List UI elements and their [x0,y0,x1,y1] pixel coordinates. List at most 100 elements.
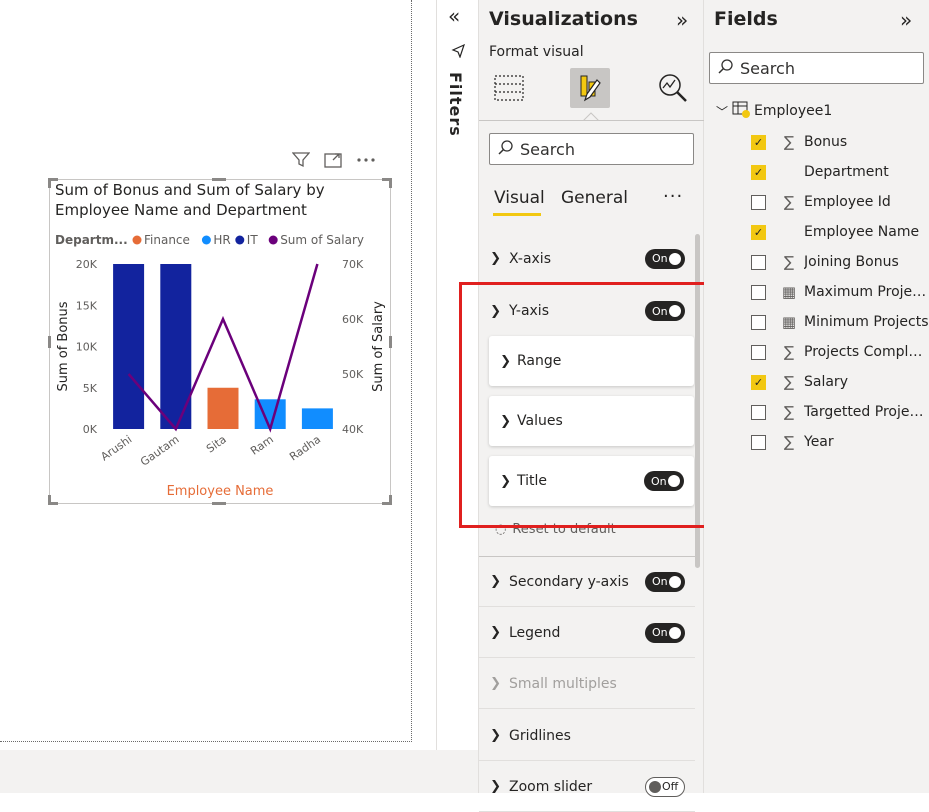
chevron-right-icon: ❯ [490,625,501,640]
field-item[interactable]: ∑ Year [751,430,834,454]
zoom-slider-toggle[interactable]: Off [645,776,685,797]
field-item[interactable]: ✓ Department [751,160,889,184]
resize-handle[interactable] [48,178,51,188]
calculator-icon: ▦ [781,283,797,301]
legend-title: Departm... [55,233,128,247]
section-gridlines[interactable]: ❯ Gridlines [479,711,695,761]
field-item[interactable]: ✓ ∑ Bonus [751,130,847,154]
bar [113,264,145,429]
analytics-icon[interactable] [653,68,693,108]
section-label: Legend [509,624,561,641]
field-item[interactable]: ✓ Employee Name [751,220,919,244]
legend-item-label: Finance [144,233,190,247]
field-checkbox[interactable] [751,314,766,330]
sigma-icon: ∑ [783,343,795,361]
y2-tick-label: 40K [342,423,364,436]
collapse-visualizations-icon[interactable]: » [676,8,688,32]
x-tick-label: Gautam [138,433,182,469]
field-item[interactable]: ∑ Targetted Projects [751,400,929,424]
sigma-icon: ∑ [783,373,795,391]
secondary-y-axis-toggle[interactable]: On [645,571,685,592]
field-item[interactable]: ∑ Joining Bonus [751,250,899,274]
legend-marker [268,235,278,245]
x-axis-title: Employee Name [167,484,274,499]
resize-handle[interactable] [48,495,51,505]
resize-handle[interactable] [212,502,226,505]
section-x-axis[interactable]: ❯ X-axis On [479,234,695,284]
field-checkbox[interactable]: ✓ [751,164,766,180]
y-tick-label: 10K [76,341,98,354]
field-checkbox[interactable] [751,254,766,270]
legend-marker [201,235,211,245]
field-name: Joining Bonus [804,254,899,270]
section-label: Small multiples [509,675,617,692]
y-tick-label: 20K [76,258,98,271]
field-name: Maximum Projects [804,284,929,300]
collapse-fields-icon[interactable]: » [900,8,912,32]
format-visual-icon[interactable] [570,68,610,108]
resize-handle[interactable] [48,336,51,348]
format-visual-label: Format visual [489,44,584,60]
y-tick-label: 0K [83,423,98,436]
field-name: Bonus [804,134,848,150]
focus-mode-icon[interactable] [324,152,342,172]
resize-handle[interactable] [389,495,392,505]
fields-title: Fields [714,8,778,30]
search-placeholder: Search [520,139,575,159]
section-zoom-slider[interactable]: ❯ Zoom slider Off [479,762,695,812]
chart-bars: Arushi Gautam Sita Ram Radha [98,264,333,469]
field-item[interactable]: ▦ Minimum Projects [751,310,929,334]
tab-general[interactable]: General [561,188,628,208]
field-name: Salary [804,374,848,390]
tab-visual[interactable]: Visual [494,188,545,208]
field-item[interactable]: ▦ Maximum Projects [751,280,929,304]
field-checkbox[interactable] [751,284,766,300]
report-canvas[interactable]: Sum of Bonus and Sum of Salary by Employ… [0,0,478,793]
section-legend[interactable]: ❯ Legend On [479,608,695,658]
y2-tick-label: 60K [342,313,364,326]
y-tick-label: 5K [83,382,98,395]
resize-handle[interactable] [389,178,392,188]
chart-legend: Departm... Finance HR IT Sum of Salary [55,233,364,247]
section-label: Secondary y-axis [509,573,629,590]
resize-handle[interactable] [212,178,226,181]
x-tick-label: Radha [287,433,323,464]
field-checkbox[interactable]: ✓ [751,224,766,240]
combo-chart-visual[interactable]: Sum of Bonus and Sum of Salary by Employ… [49,179,391,504]
chart-title-line2: Employee Name and Department [55,201,307,219]
expand-filters-icon[interactable]: « [448,4,460,28]
more-options-icon[interactable] [356,152,376,172]
resize-handle[interactable] [389,336,392,348]
field-item[interactable]: ✓ ∑ Salary [751,370,848,394]
fields-search-input[interactable]: Search [709,52,924,84]
field-checkbox[interactable] [751,404,766,420]
filter-icon [451,43,466,62]
field-name: Minimum Projects [804,314,929,330]
section-secondary-y-axis[interactable]: ❯ Secondary y-axis On [479,557,695,607]
filter-icon[interactable] [291,152,311,172]
legend-item-label: Sum of Salary [280,233,364,247]
build-visual-icon[interactable] [489,68,529,108]
chevron-down-icon: ﹀ [716,104,729,119]
field-checkbox[interactable]: ✓ [751,134,766,150]
filters-label[interactable]: Filters [446,72,465,137]
field-item[interactable]: ∑ Projects Complet... [751,340,929,364]
section-small-multiples: ❯ Small multiples [479,659,695,709]
field-item[interactable]: ∑ Employee Id [751,190,891,214]
field-checkbox[interactable]: ✓ [751,374,766,390]
x-axis-toggle[interactable]: On [645,248,685,269]
table-name: Employee1 [754,103,833,119]
sigma-icon: ∑ [783,403,795,421]
format-search-input[interactable]: Search [489,133,694,165]
table-employee1[interactable]: ﹀ Employee1 [716,100,832,122]
highlight-box [459,282,730,528]
field-name: Employee Id [804,194,891,210]
more-options-icon[interactable]: ··· [663,186,683,207]
legend-toggle[interactable]: On [645,622,685,643]
active-tab-underline [493,213,541,216]
field-checkbox[interactable] [751,434,766,450]
search-icon [718,58,734,78]
field-checkbox[interactable] [751,194,766,210]
x-tick-label: Ram [248,433,276,458]
field-checkbox[interactable] [751,344,766,360]
